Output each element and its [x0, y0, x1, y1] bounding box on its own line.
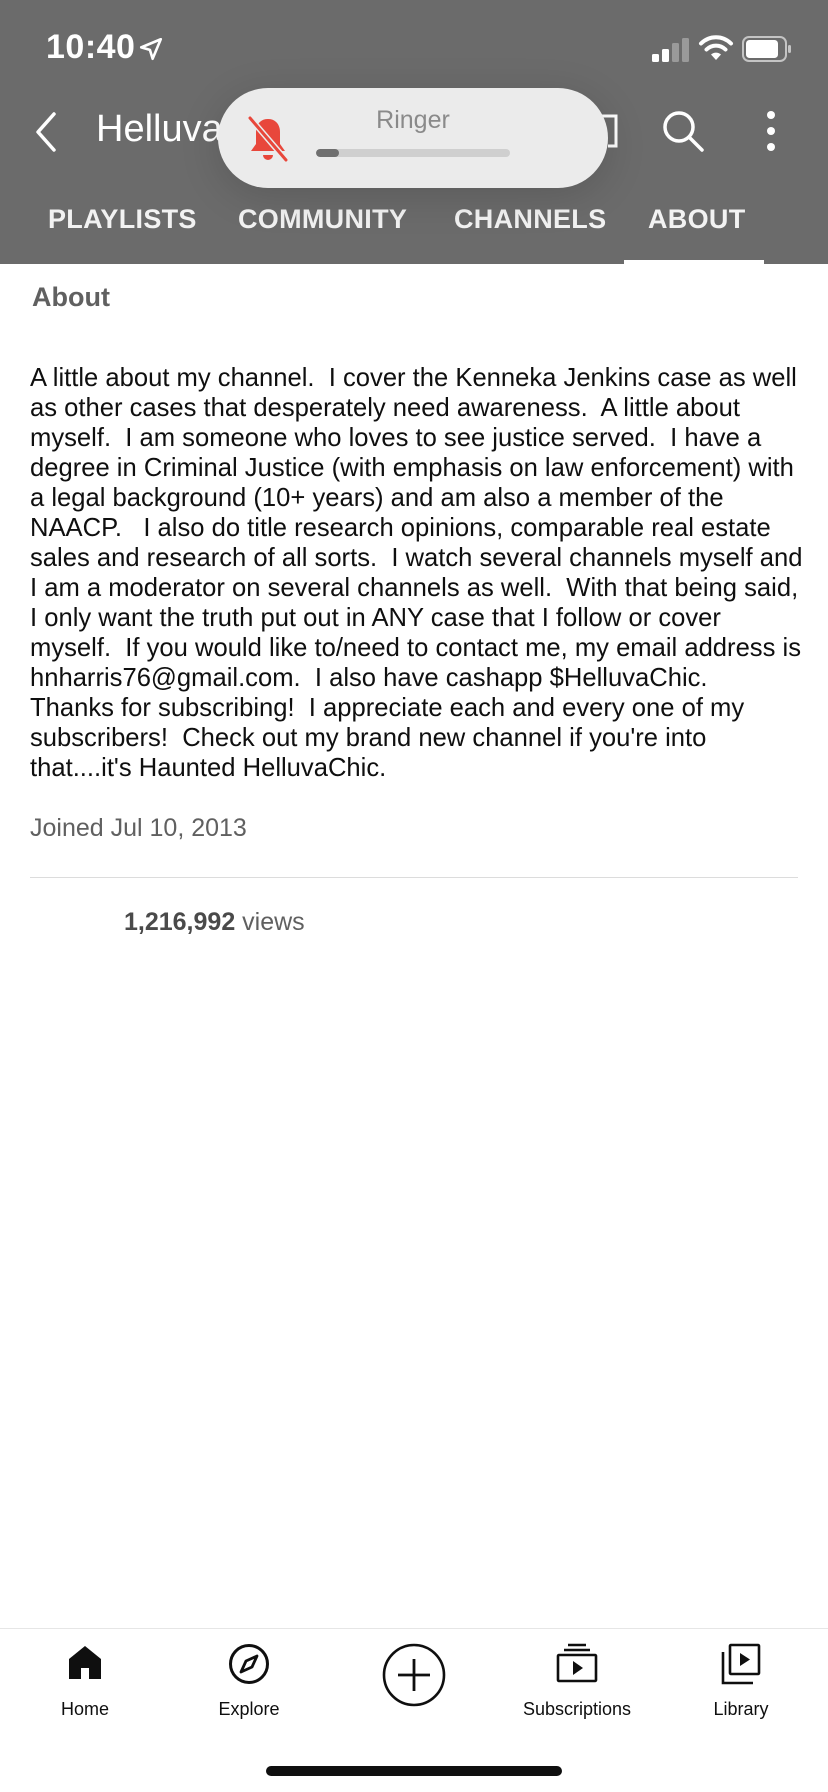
nav-subscriptions[interactable]: Subscriptions [497, 1629, 657, 1749]
tab-channels[interactable]: CHANNELS [454, 204, 606, 235]
nav-library[interactable]: Library [661, 1629, 821, 1749]
back-button[interactable] [26, 104, 66, 160]
nav-explore[interactable]: Explore [169, 1629, 329, 1749]
location-arrow-icon [139, 37, 163, 61]
ringer-volume-fill [316, 149, 340, 157]
channel-description: A little about my channel. I cover the K… [30, 364, 810, 782]
explore-icon [229, 1644, 269, 1684]
nav-subscriptions-label: Subscriptions [522, 1699, 632, 1719]
nav-home-label: Home [60, 1699, 109, 1719]
tab-community[interactable]: COMMUNITY [238, 204, 407, 235]
status-bar: 10:40 [0, 0, 828, 96]
library-icon [721, 1643, 761, 1685]
channel-tabs: PLAYLISTS COMMUNITY CHANNELS ABOUT [0, 186, 828, 264]
subscriptions-icon [556, 1643, 598, 1683]
ringer-volume-slider[interactable] [316, 149, 510, 157]
more-options-icon[interactable] [756, 108, 786, 154]
nav-explore-label: Explore [218, 1699, 280, 1719]
home-icon [69, 1646, 101, 1679]
view-count-suffix: views [235, 908, 305, 936]
selected-tab-indicator [624, 260, 764, 264]
wifi-icon [699, 35, 733, 60]
ringer-volume-overlay: Ringer [218, 88, 608, 188]
status-time: 10:40 [46, 28, 136, 66]
ringer-label: Ringer [376, 106, 450, 134]
create-icon[interactable] [382, 1643, 446, 1707]
search-icon[interactable] [660, 108, 706, 154]
joined-date: Joined Jul 10, 2013 [30, 814, 247, 842]
tab-about[interactable]: ABOUT [648, 204, 746, 235]
view-count: 1,216,992 views [124, 908, 305, 937]
nav-home[interactable]: Home [5, 1629, 165, 1749]
tab-playlists[interactable]: PLAYLISTS [48, 204, 197, 235]
nav-library-label: Library [713, 1699, 769, 1719]
divider [30, 877, 798, 878]
view-count-number: 1,216,992 [124, 908, 236, 936]
home-indicator[interactable] [266, 1766, 562, 1776]
battery-icon [742, 36, 791, 62]
about-section-title: About [32, 282, 110, 312]
cellular-signal-icon [652, 38, 689, 62]
